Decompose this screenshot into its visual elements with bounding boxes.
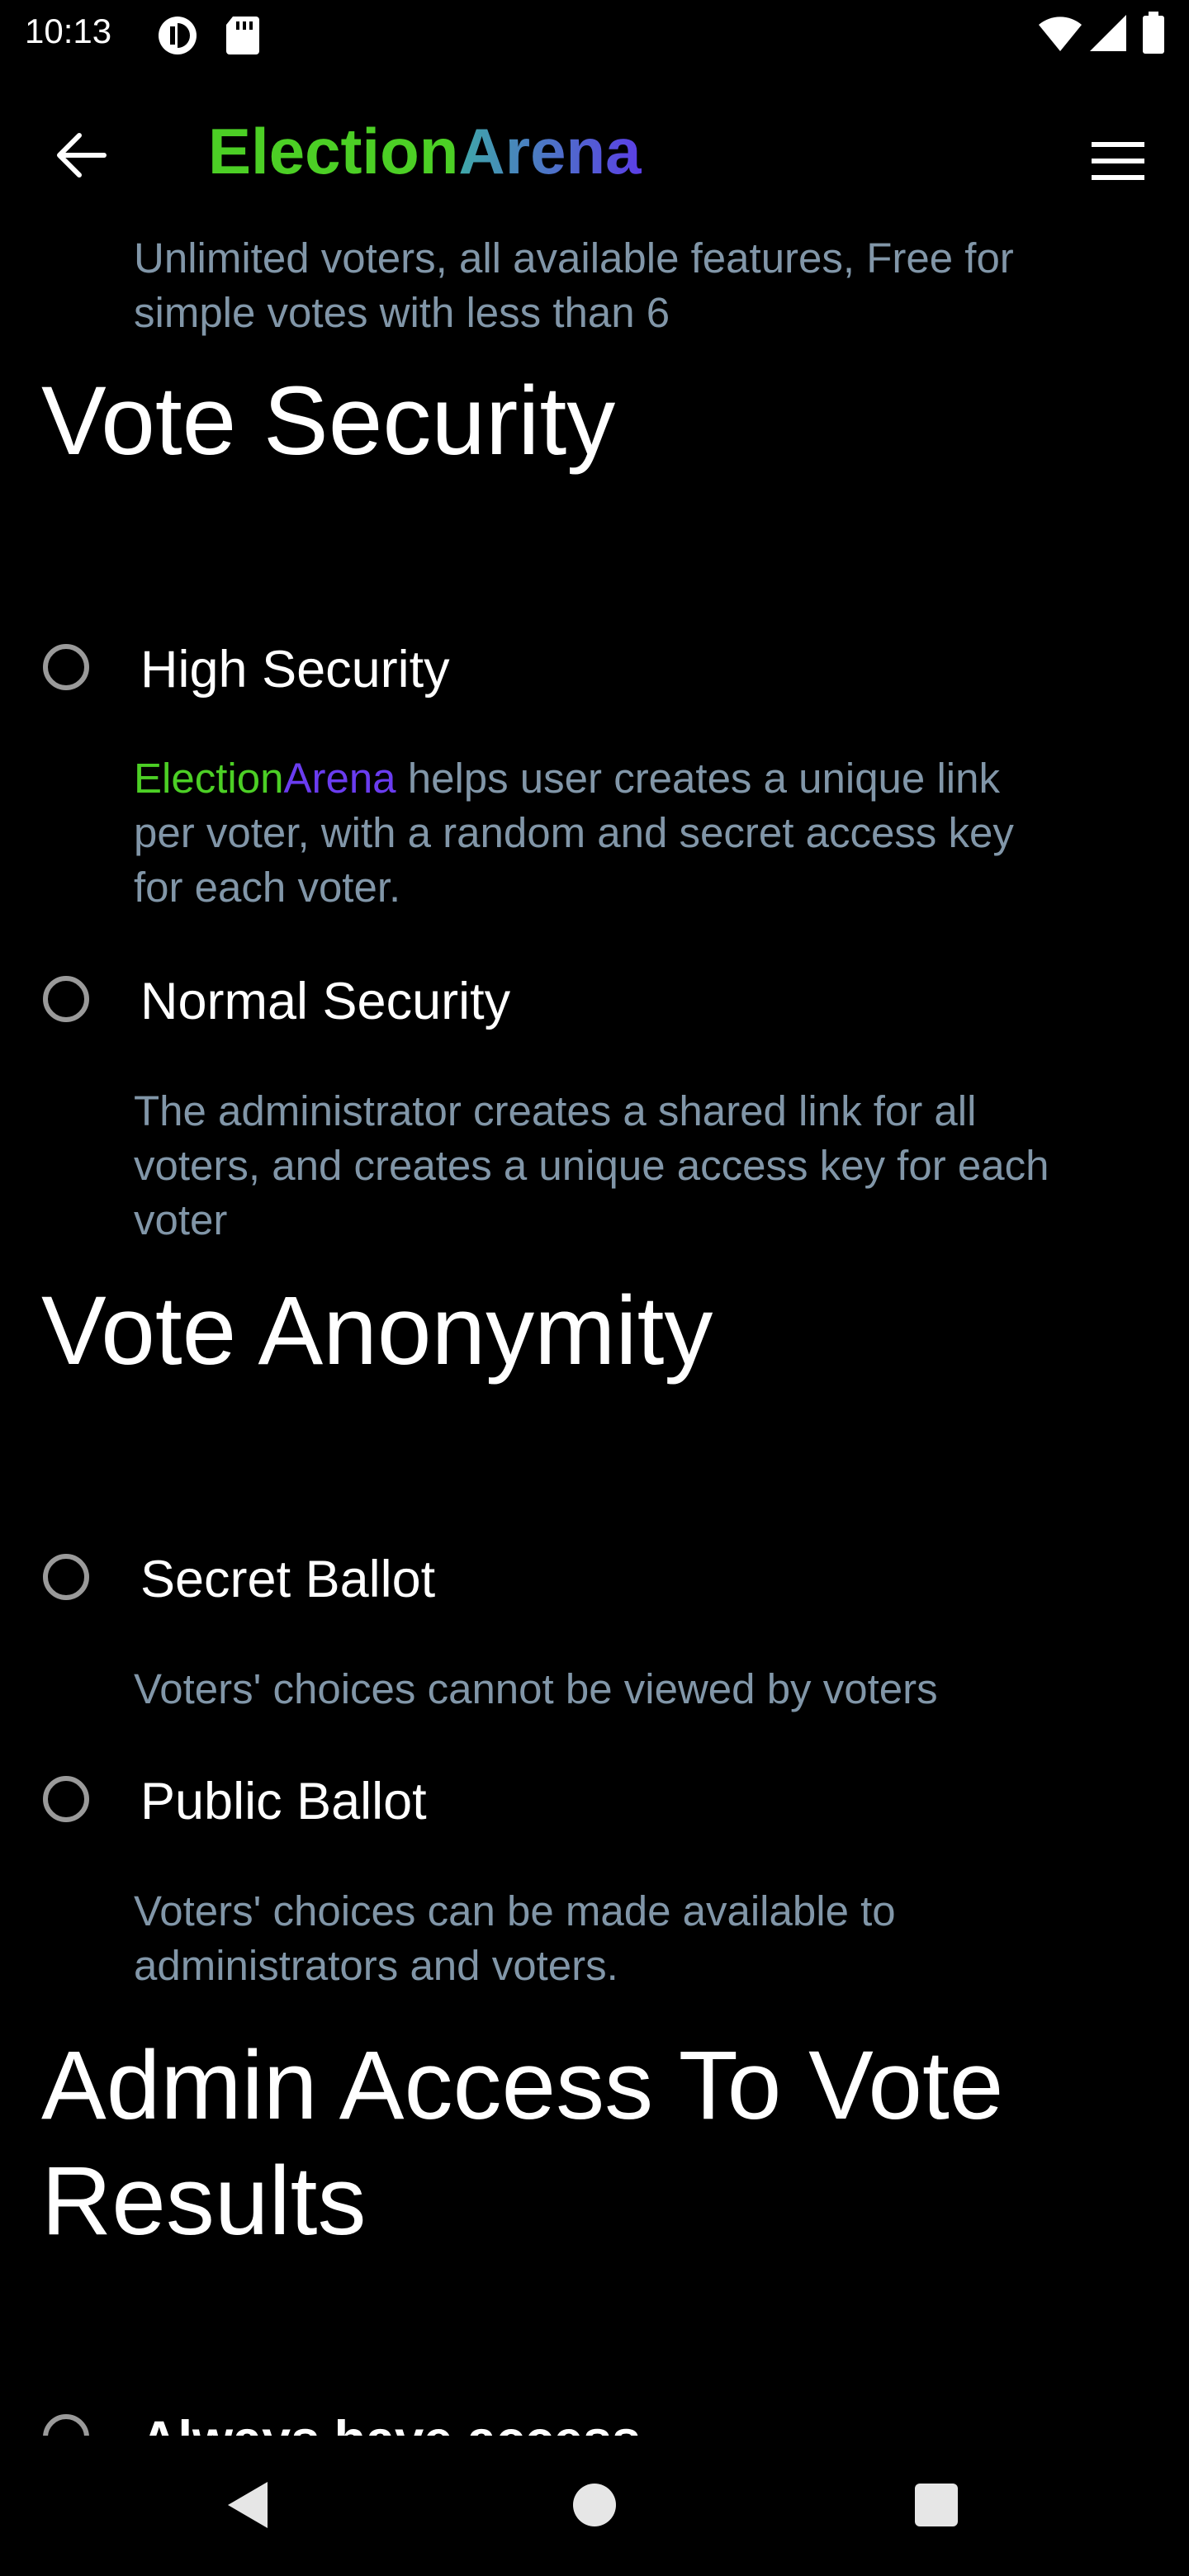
app-title-part-election: Election: [208, 115, 459, 187]
option-high-security[interactable]: High Security: [40, 632, 1030, 707]
nav-back-button[interactable]: [223, 2479, 272, 2536]
option-always-have-access[interactable]: Always have access: [40, 2403, 1030, 2436]
option-secret-ballot[interactable]: Secret Ballot: [40, 1542, 1030, 1617]
option-desc-public-ballot: Voters' choices can be made available to…: [134, 1887, 896, 1989]
option-public-ballot[interactable]: Public Ballot: [40, 1764, 1030, 1839]
option-label-high-security: High Security: [140, 641, 450, 698]
radio-always-have-access[interactable]: [43, 2414, 89, 2436]
app-bar: ElectionArena: [0, 91, 1189, 215]
menu-button[interactable]: [1083, 127, 1153, 197]
back-arrow-icon: [57, 133, 107, 178]
status-bar: 10:13: [0, 0, 1189, 69]
radio-high-security[interactable]: [43, 644, 89, 690]
option-label-normal-security: Normal Security: [140, 973, 511, 1030]
app-title-part-arena: Arena: [458, 115, 642, 187]
hamburger-menu-icon: [1092, 142, 1144, 180]
option-label-public-ballot: Public Ballot: [140, 1773, 427, 1830]
radio-normal-security[interactable]: [43, 976, 89, 1022]
section-heading-vote-anonymity: Vote Anonymity: [41, 1276, 713, 1385]
back-button[interactable]: [46, 121, 116, 190]
option-desc-secret-ballot: Voters' choices cannot be viewed by vote…: [134, 1665, 938, 1712]
option-label-always-have-access: Always have access: [140, 2403, 641, 2436]
app-title: ElectionArena: [208, 114, 642, 189]
radio-public-ballot[interactable]: [43, 1776, 89, 1822]
settings-content[interactable]: Unlimited voters, all available features…: [0, 215, 1189, 2436]
option-desc-normal-security: The administrator creates a shared link …: [134, 1087, 1049, 1243]
nav-home-icon[interactable]: [573, 2484, 616, 2526]
cell-signal-icon: [1088, 13, 1128, 57]
status-time: 10:13: [25, 12, 112, 50]
radio-secret-ballot[interactable]: [43, 1554, 89, 1600]
option-desc-high-security: ElectionArena helps user creates a uniqu…: [134, 751, 1050, 915]
nav-back-icon: [228, 2482, 268, 2528]
brand-name-election: Election: [134, 755, 284, 802]
section-heading-admin-access: Admin Access To Vote Results: [41, 2031, 1004, 2256]
system-nav-bar: [0, 2436, 1189, 2576]
app-notification-icon: [157, 15, 198, 60]
section-heading-vote-security: Vote Security: [41, 367, 616, 476]
option-label-secret-ballot: Secret Ballot: [140, 1551, 436, 1608]
wifi-icon: [1037, 13, 1083, 57]
nav-recents-icon[interactable]: [915, 2484, 958, 2526]
brand-name-arena: Arena: [283, 755, 396, 802]
screen: 10:13 ElectionArena Unlimited voters, al…: [0, 0, 1189, 2576]
plan-description: Unlimited voters, all available features…: [134, 234, 1014, 336]
option-normal-security[interactable]: Normal Security: [40, 964, 1030, 1039]
sd-card-icon: [225, 15, 261, 60]
battery-icon: [1141, 12, 1166, 59]
